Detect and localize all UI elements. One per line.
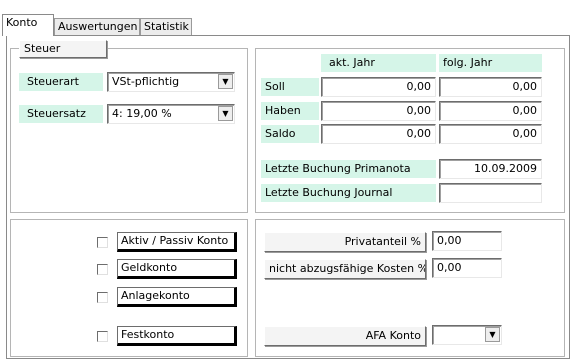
saldo-current-field[interactable]: 0,00 [321, 124, 436, 144]
last-journal-label: Letzte Buchung Journal [261, 184, 436, 202]
last-primanota-label: Letzte Buchung Primanota [261, 160, 436, 178]
festkonto-checkbox[interactable] [97, 331, 108, 342]
nicht-abzugsfaehig-button[interactable]: nicht abzugsfähige Kosten % [264, 259, 426, 279]
soll-label: Soll [261, 78, 319, 96]
afa-konto-button[interactable]: AFA Konto [264, 326, 426, 346]
geldkonto-label: Geldkonto [117, 259, 237, 279]
last-primanota-field[interactable]: 10.09.2009 [439, 159, 542, 179]
tab-auswertungen[interactable]: Auswertungen [54, 18, 140, 35]
tab-page-konto: Steuer Steuerart VSt-pflichtig ▼ Steuers… [6, 35, 570, 359]
chevron-down-icon[interactable]: ▼ [218, 106, 233, 121]
tab-statistik[interactable]: Statistik [140, 18, 192, 35]
soll-current-field[interactable]: 0,00 [321, 77, 436, 97]
aktiv-passiv-label: Aktiv / Passiv Konto [117, 232, 237, 252]
geldkonto-checkbox[interactable] [97, 264, 108, 275]
steuerart-label: Steuerart [19, 73, 103, 91]
col-next-year: folg. Jahr [439, 54, 542, 72]
privatanteil-button[interactable]: Privatanteil % [264, 232, 426, 252]
haben-current-field[interactable]: 0,00 [321, 101, 436, 121]
steuerart-select[interactable]: VSt-pflichtig ▼ [107, 72, 235, 92]
tab-strip: Konto Auswertungen Statistik [0, 0, 576, 36]
afa-konto-select[interactable]: ▼ [432, 325, 502, 345]
saldo-next-field[interactable]: 0,00 [439, 124, 542, 144]
steuersatz-label: Steuersatz [19, 105, 103, 123]
anlagekonto-label: Anlagekonto [117, 287, 237, 307]
saldo-label: Saldo [261, 125, 319, 143]
anlagekonto-checkbox[interactable] [97, 292, 108, 303]
chevron-down-icon[interactable]: ▼ [218, 74, 233, 89]
nicht-abzugsfaehig-field[interactable]: 0,00 [432, 258, 502, 278]
tab-konto[interactable]: Konto [2, 14, 54, 36]
chevron-down-icon[interactable]: ▼ [485, 327, 500, 342]
haben-next-field[interactable]: 0,00 [439, 101, 542, 121]
steuerart-value: VSt-pflichtig [112, 75, 180, 88]
steuer-group-title: Steuer [19, 40, 107, 58]
aktiv-passiv-checkbox[interactable] [97, 237, 108, 248]
last-journal-field[interactable] [439, 183, 542, 203]
haben-label: Haben [261, 102, 319, 120]
steuersatz-value: 4: 19,00 % [112, 107, 172, 120]
soll-next-field[interactable]: 0,00 [439, 77, 542, 97]
col-current-year: akt. Jahr [321, 54, 436, 72]
steuersatz-select[interactable]: 4: 19,00 % ▼ [107, 104, 235, 124]
privatanteil-field[interactable]: 0,00 [432, 231, 502, 251]
festkonto-label: Festkonto [117, 326, 237, 346]
